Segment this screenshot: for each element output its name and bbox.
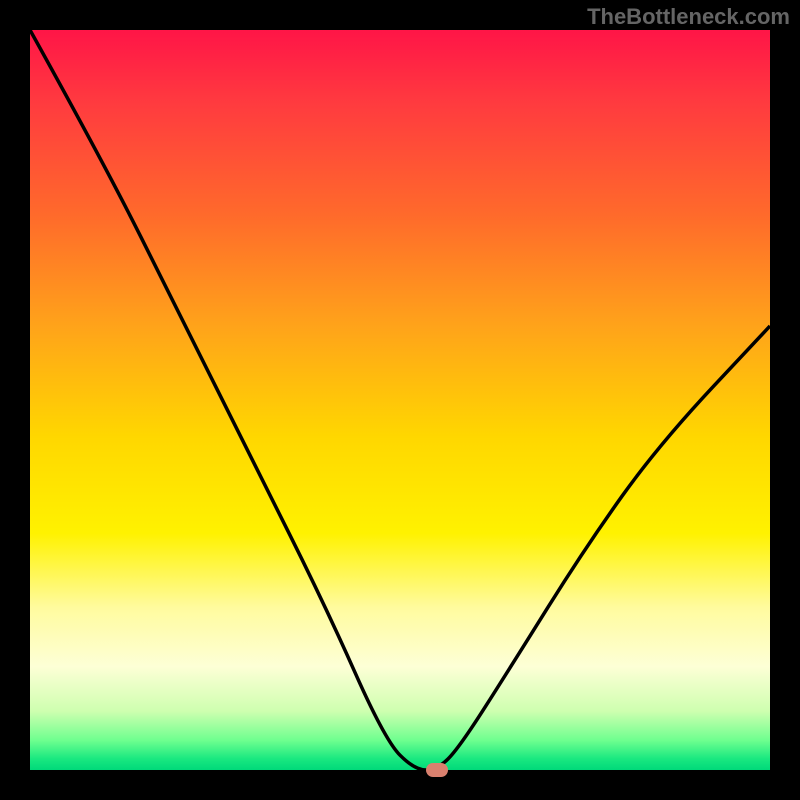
optimal-point-marker [426, 763, 448, 777]
chart-frame [30, 30, 770, 770]
watermark-text: TheBottleneck.com [587, 4, 790, 30]
bottleneck-curve [30, 30, 770, 770]
